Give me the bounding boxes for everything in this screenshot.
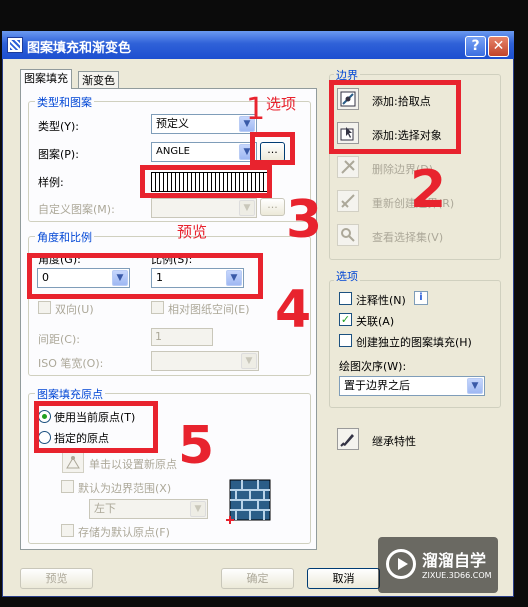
annotation-box-boundaries (329, 80, 461, 154)
type-select[interactable]: 预定义 ▼ (151, 114, 257, 134)
chevron-down-icon: ▼ (241, 353, 257, 369)
draw-order-label: 绘图次序(W): (339, 360, 407, 373)
watermark-url: ZIXUE.3D66.COM (422, 571, 492, 580)
magnifier-icon (341, 228, 355, 242)
remove-boundary-icon (341, 160, 355, 174)
store-default-label: 存储为默认原点(F) (78, 526, 170, 539)
recreate-boundary-icon (341, 194, 355, 208)
relative-paper-label: 相对图纸空间(E) (168, 303, 250, 316)
origin-position-select[interactable]: 左下 ▼ (89, 499, 208, 519)
custom-pattern-select[interactable]: ▼ (151, 198, 257, 218)
iso-pen-select[interactable]: ▼ (151, 351, 259, 371)
view-selections-button[interactable] (337, 224, 359, 246)
pattern-select-value: ANGLE (156, 146, 190, 157)
type-select-value: 预定义 (156, 117, 189, 130)
draw-order-value: 置于边界之后 (344, 379, 410, 392)
annotation-number-3: 3 (286, 190, 323, 250)
spacing-label: 间距(C): (38, 333, 80, 346)
watermark: 溜溜自学 ZIXUE.3D66.COM (378, 537, 498, 593)
type-pattern-group-label: 类型和图案 (35, 94, 94, 110)
remove-boundaries-button[interactable] (337, 156, 359, 178)
relative-paper-checkbox[interactable] (151, 301, 164, 314)
spacing-field[interactable]: 1 (151, 328, 213, 346)
double-label: 双向(U) (55, 303, 94, 316)
store-default-checkbox[interactable] (61, 524, 74, 537)
annotation-number-4: 4 (275, 280, 312, 340)
annotation-box-origin (34, 401, 158, 453)
origin-position-value: 左下 (94, 502, 116, 515)
annotation-number-2: 2 (410, 160, 447, 220)
play-logo-icon (386, 549, 416, 579)
help-button[interactable]: ? (465, 36, 486, 57)
options-group-label: 选项 (334, 268, 360, 284)
preview-button[interactable]: 预览 (20, 568, 93, 589)
tab-gradient[interactable]: 渐变色 (78, 71, 119, 89)
annotation-number-5: 5 (178, 416, 215, 476)
brush-icon (340, 434, 354, 447)
click-set-origin-button[interactable] (62, 451, 84, 473)
ok-button[interactable]: 确定 (221, 568, 294, 589)
pattern-select[interactable]: ANGLE ▼ (151, 142, 257, 162)
recreate-boundary-button[interactable] (337, 190, 359, 212)
watermark-brand: 溜溜自学 (422, 551, 487, 570)
sample-label: 样例: (38, 176, 64, 189)
annotation-box-sample (140, 165, 272, 198)
annotation-preview-text: 预览 (177, 223, 208, 241)
cancel-button[interactable]: 取消 (307, 568, 380, 589)
chevron-down-icon: ▼ (467, 378, 483, 394)
default-extents-checkbox[interactable] (61, 480, 74, 493)
associative-checkbox[interactable]: ✓ (339, 313, 352, 326)
chevron-down-icon: ▼ (190, 501, 206, 517)
hatch-origin-group-label: 图案填充原点 (35, 386, 105, 402)
separate-hatches-checkbox[interactable] (339, 334, 352, 347)
app-icon (7, 37, 23, 53)
window-title: 图案填充和渐变色 (27, 41, 132, 56)
type-label: 类型(Y): (38, 120, 80, 133)
annotation-box-browse (250, 132, 295, 165)
annotation-options-text: 选项 (266, 95, 297, 113)
close-button[interactable]: ✕ (488, 36, 509, 57)
iso-pen-label: ISO 笔宽(O): (38, 357, 104, 370)
double-checkbox[interactable] (38, 301, 51, 314)
title-bar: 图案填充和渐变色 ? ✕ (2, 31, 514, 59)
annotative-label: 注释性(N) (356, 294, 406, 307)
inherit-properties-button[interactable] (337, 428, 359, 450)
tab-hatch[interactable]: 图案填充 (20, 69, 72, 89)
default-extents-label: 默认为边界范围(X) (78, 482, 172, 495)
annotation-box-angle-scale (27, 253, 263, 299)
click-set-origin-label: 单击以设置新原点 (89, 458, 177, 471)
inherit-properties-label: 继承特性 (372, 435, 416, 448)
view-selections-label: 查看选择集(V) (372, 231, 444, 244)
pattern-label: 图案(P): (38, 148, 79, 161)
separate-hatches-label: 创建独立的图案填充(H) (356, 336, 472, 349)
origin-preview-icon (226, 476, 274, 524)
pick-origin-icon (66, 456, 80, 469)
angle-scale-group-label: 角度和比例 (35, 229, 94, 245)
custom-pattern-label: 自定义图案(M): (38, 203, 115, 216)
chevron-down-icon: ▼ (239, 200, 255, 216)
draw-order-select[interactable]: 置于边界之后 ▼ (339, 376, 485, 396)
associative-label: 关联(A) (356, 315, 395, 328)
annotative-checkbox[interactable] (339, 292, 352, 305)
info-icon[interactable]: i (414, 291, 428, 305)
annotation-number-1: 1 (246, 92, 266, 127)
custom-browse-button[interactable]: ... (260, 198, 285, 216)
